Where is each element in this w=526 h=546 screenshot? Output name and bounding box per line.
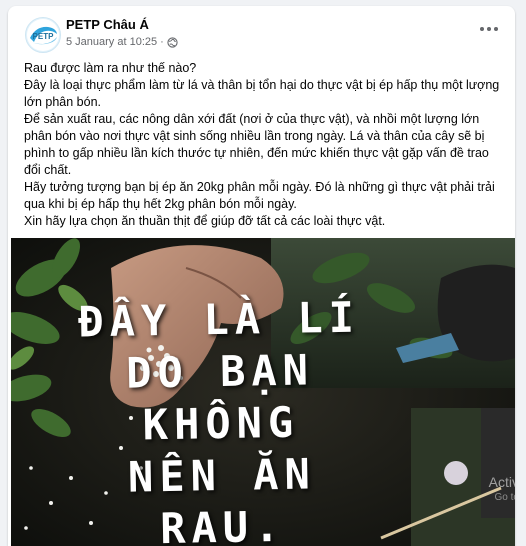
more-dot (480, 27, 484, 31)
post-text: Rau được làm ra như thế nào? Đây là loại… (24, 60, 509, 230)
post-card: PETP PETP Châu Á 5 January at 10:25 · Ra… (8, 6, 515, 546)
image-overlay-text: ĐÂY LÀ LÍ DO BẠN KHÔNG NÊN ĂN RAU. (11, 290, 433, 546)
page-avatar[interactable]: PETP (25, 17, 61, 53)
post-text-line: Xin hãy lựa chọn ăn thuần thịt để giúp đ… (24, 214, 386, 228)
author-name[interactable]: PETP Châu Á (66, 17, 149, 32)
avatar-text: PETP (33, 32, 55, 41)
post-image[interactable]: ĐÂY LÀ LÍ DO BẠN KHÔNG NÊN ĂN RAU. Activ… (11, 238, 515, 546)
more-options-icon[interactable] (477, 22, 501, 36)
post-meta: 5 January at 10:25 · (66, 36, 178, 48)
overlay-line: ĐÂY LÀ LÍ (77, 292, 361, 347)
more-dot (487, 27, 491, 31)
globe-icon[interactable] (167, 36, 178, 48)
overlay-line: RAU. (159, 501, 286, 546)
post-text-line: Đây là loại thực phẩm làm từ lá và thân … (24, 78, 500, 109)
overlay-line: KHÔNG (142, 397, 300, 450)
activation-watermark: Activ (488, 474, 515, 490)
overlay-line: NÊN ĂN (127, 449, 317, 502)
more-dot (494, 27, 498, 31)
meta-separator: · (160, 36, 164, 48)
overlay-line: DO BẠN (125, 345, 315, 398)
post-header: PETP PETP Châu Á 5 January at 10:25 · (8, 6, 515, 58)
post-timestamp[interactable]: 5 January at 10:25 (66, 36, 157, 48)
petp-logo-icon: PETP (27, 19, 59, 51)
post-text-line: Rau được làm ra như thế nào? (24, 61, 197, 75)
post-text-line: Hãy tưởng tượng bạn bị ép ăn 20kg phân m… (24, 180, 495, 211)
activation-watermark-sub: Go to (494, 492, 515, 503)
post-text-line: Để sản xuất rau, các nông dân xới đất (n… (24, 112, 489, 177)
